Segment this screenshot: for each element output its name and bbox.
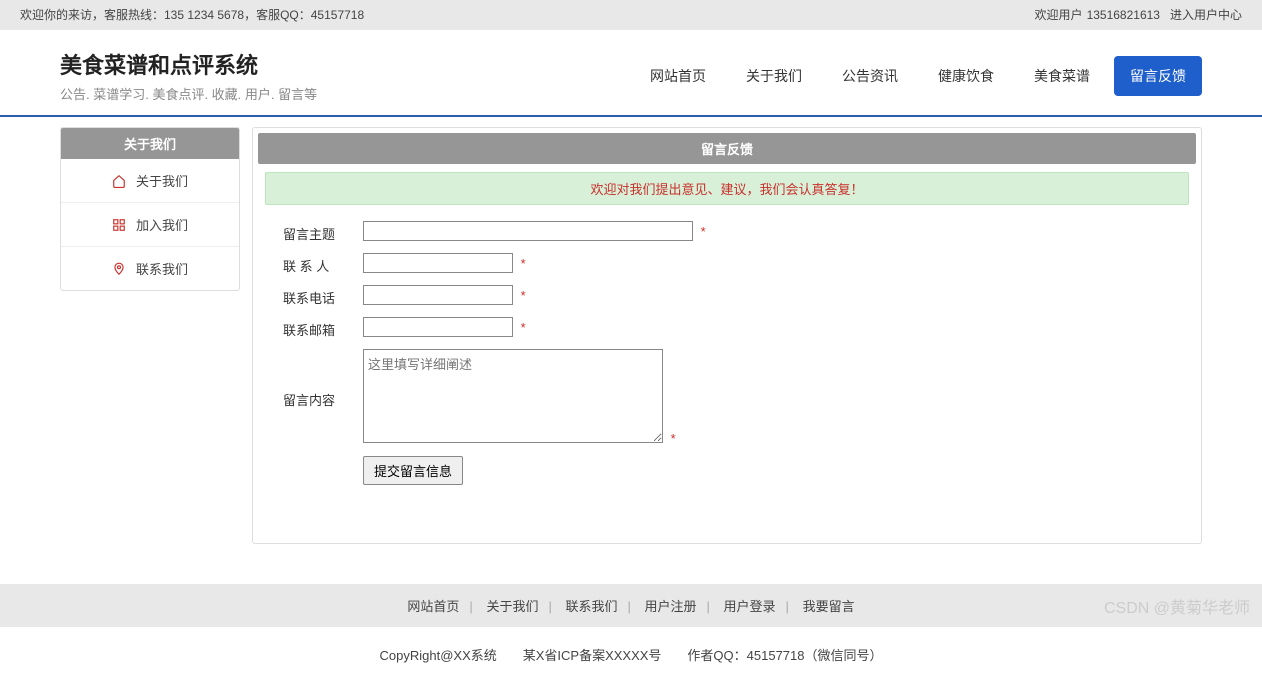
contact-input[interactable] xyxy=(363,253,513,273)
sidebar-item-join[interactable]: 加入我们 xyxy=(61,203,239,247)
nav-recipes[interactable]: 美食菜谱 xyxy=(1018,56,1106,96)
copyright: CopyRight@XX系统 某X省ICP备案XXXXX号 作者QQ：45157… xyxy=(0,627,1262,682)
pin-icon xyxy=(112,262,126,276)
subject-input[interactable] xyxy=(363,221,693,241)
footer-link-contact[interactable]: 联系我们 xyxy=(565,599,617,614)
footer-link-home[interactable]: 网站首页 xyxy=(407,599,459,614)
sidebar-item-about[interactable]: 关于我们 xyxy=(61,159,239,203)
user-prefix: 欢迎用户 xyxy=(1035,0,1083,30)
required-mark: * xyxy=(521,288,526,303)
subject-label: 留言主题 xyxy=(283,221,363,243)
email-label: 联系邮箱 xyxy=(283,317,363,339)
nav-home[interactable]: 网站首页 xyxy=(634,56,722,96)
header: 美食菜谱和点评系统 公告. 菜谱学习. 美食点评. 收藏. 用户. 留言等 网站… xyxy=(0,30,1262,117)
nav-news[interactable]: 公告资讯 xyxy=(826,56,914,96)
site-subtitle: 公告. 菜谱学习. 美食点评. 收藏. 用户. 留言等 xyxy=(60,84,317,103)
sidebar-title: 关于我们 xyxy=(61,128,239,159)
sidebar-item-label: 加入我们 xyxy=(136,215,188,234)
phone-input[interactable] xyxy=(363,285,513,305)
footer-link-register[interactable]: 用户注册 xyxy=(645,599,697,614)
topbar-welcome: 欢迎你的来访，客服热线：135 1234 5678，客服QQ：45157718 xyxy=(20,0,364,30)
footer-link-feedback[interactable]: 我要留言 xyxy=(803,599,855,614)
footer-link-about[interactable]: 关于我们 xyxy=(486,599,538,614)
required-mark: * xyxy=(701,224,706,239)
notice-banner: 欢迎对我们提出意见、建议，我们会认真答复！ xyxy=(265,172,1189,205)
home-icon xyxy=(112,174,126,188)
main-panel: 留言反馈 欢迎对我们提出意见、建议，我们会认真答复！ 留言主题 * 联 系 人 … xyxy=(252,127,1202,544)
user-center-link[interactable]: 进入用户中心 xyxy=(1170,0,1242,30)
sidebar-item-label: 关于我们 xyxy=(136,171,188,190)
panel-title: 留言反馈 xyxy=(258,133,1196,164)
nav-health[interactable]: 健康饮食 xyxy=(922,56,1010,96)
topbar-user: 欢迎用户 13516821613 进入用户中心 xyxy=(1035,0,1242,30)
footer-nav: 网站首页| 关于我们| 联系我们| 用户注册| 用户登录| 我要留言 xyxy=(0,584,1262,627)
sidebar: 关于我们 关于我们 加入我们 联系我们 xyxy=(60,127,240,291)
container: 关于我们 关于我们 加入我们 联系我们 留言反馈 欢迎对我们提出意见、建议，我们… xyxy=(0,117,1262,564)
feedback-form: 留言主题 * 联 系 人 * 联系电话 * xyxy=(253,213,1201,503)
required-mark: * xyxy=(521,320,526,335)
content-label: 留言内容 xyxy=(283,387,363,409)
username: 13516821613 xyxy=(1087,0,1160,30)
logo: 美食菜谱和点评系统 公告. 菜谱学习. 美食点评. 收藏. 用户. 留言等 xyxy=(60,48,317,103)
sidebar-item-contact[interactable]: 联系我们 xyxy=(61,247,239,290)
main-nav: 网站首页 关于我们 公告资讯 健康饮食 美食菜谱 留言反馈 xyxy=(634,56,1202,96)
nav-about[interactable]: 关于我们 xyxy=(730,56,818,96)
required-mark: * xyxy=(671,431,676,446)
contact-label: 联 系 人 xyxy=(283,253,363,275)
topbar: 欢迎你的来访，客服热线：135 1234 5678，客服QQ：45157718 … xyxy=(0,0,1262,30)
site-title: 美食菜谱和点评系统 xyxy=(60,48,317,80)
nav-feedback[interactable]: 留言反馈 xyxy=(1114,56,1202,96)
grid-icon xyxy=(112,218,126,232)
footer-link-login[interactable]: 用户登录 xyxy=(724,599,776,614)
phone-label: 联系电话 xyxy=(283,285,363,307)
submit-button[interactable]: 提交留言信息 xyxy=(363,456,463,485)
email-input[interactable] xyxy=(363,317,513,337)
content-textarea[interactable] xyxy=(363,349,663,443)
required-mark: * xyxy=(521,256,526,271)
sidebar-item-label: 联系我们 xyxy=(136,259,188,278)
